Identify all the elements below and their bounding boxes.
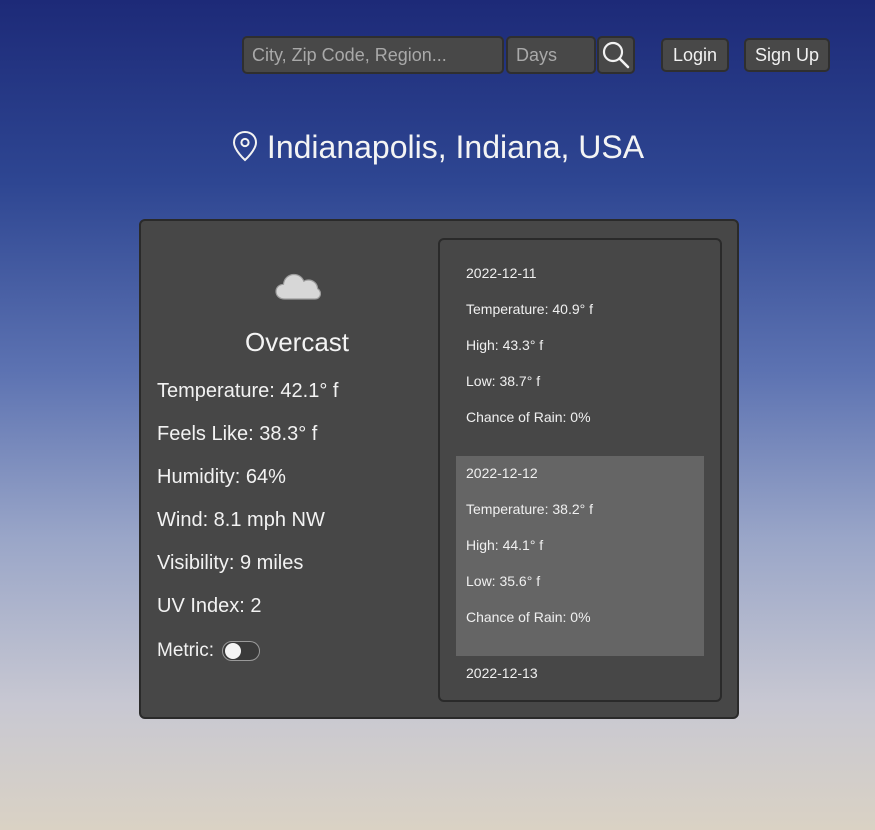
forecast-date: 2022-12-13	[466, 665, 538, 681]
weather-condition: Overcast	[244, 327, 350, 357]
forecast-rain: Chance of Rain: 0%	[466, 609, 591, 625]
forecast-day: 2022-12-11 Temperature: 40.9° f High: 43…	[456, 256, 704, 456]
days-input[interactable]	[506, 36, 596, 74]
signup-button[interactable]: Sign Up	[744, 38, 830, 72]
search-input[interactable]	[242, 36, 504, 74]
map-pin-icon	[231, 130, 259, 172]
forecast-temperature: Temperature: 40.9° f	[466, 301, 593, 317]
weather-card: Overcast Temperature: 42.1° f Feels Like…	[139, 219, 739, 719]
location-name: Indianapolis, Indiana, USA	[266, 129, 645, 165]
search-icon	[602, 41, 630, 69]
forecast-day: 2022-12-13	[456, 656, 704, 700]
metric-row: Metric:	[157, 637, 260, 665]
forecast-low: Low: 35.6° f	[466, 573, 541, 589]
top-bar: Login Sign Up	[0, 36, 875, 76]
humidity-text: Humidity: 64%	[157, 466, 286, 488]
login-button[interactable]: Login	[661, 38, 729, 72]
wind-text: Wind: 8.1 mph NW	[157, 509, 325, 531]
forecast-temperature: Temperature: 38.2° f	[466, 501, 593, 517]
metric-label: Metric:	[157, 640, 214, 661]
uv-index-text: UV Index: 2	[157, 595, 262, 617]
current-weather: Overcast Temperature: 42.1° f Feels Like…	[141, 221, 437, 717]
forecast-high: High: 44.1° f	[466, 537, 544, 553]
forecast-date: 2022-12-12	[466, 465, 538, 481]
cloud-icon	[275, 269, 322, 306]
location-heading: Indianapolis, Indiana, USA	[0, 126, 875, 172]
forecast-list[interactable]: 2022-12-11 Temperature: 40.9° f High: 43…	[438, 238, 722, 702]
visibility-text: Visibility: 9 miles	[157, 552, 304, 574]
forecast-rain: Chance of Rain: 0%	[466, 409, 591, 425]
forecast-high: High: 43.3° f	[466, 337, 544, 353]
metric-toggle[interactable]	[222, 641, 260, 661]
search-button[interactable]	[597, 36, 635, 74]
forecast-date: 2022-12-11	[466, 265, 537, 281]
feels-like-text: Feels Like: 38.3° f	[157, 423, 318, 445]
temperature-text: Temperature: 42.1° f	[157, 380, 339, 402]
forecast-low: Low: 38.7° f	[466, 373, 541, 389]
toggle-knob	[225, 643, 241, 659]
forecast-day: 2022-12-12 Temperature: 38.2° f High: 44…	[456, 456, 704, 656]
